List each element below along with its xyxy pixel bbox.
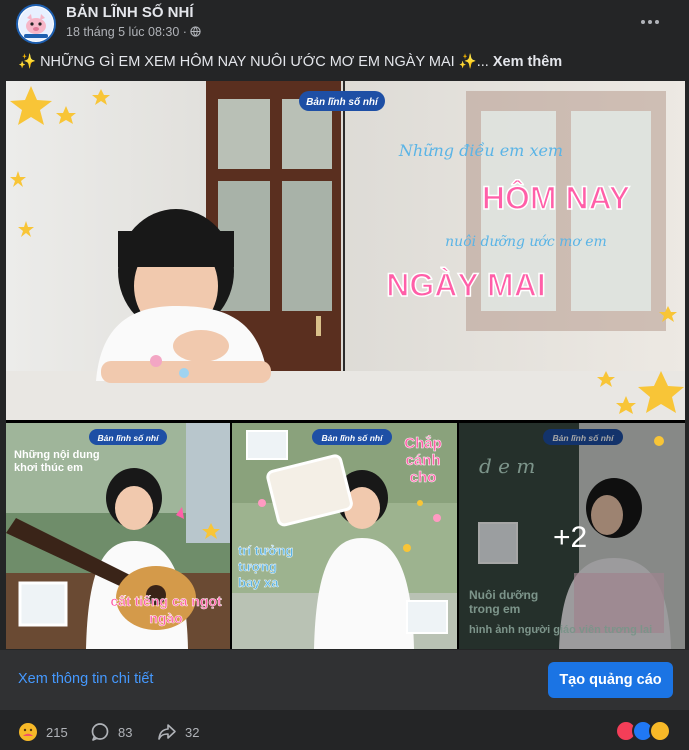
see-more-link[interactable]: Xem thêm (493, 54, 562, 70)
thumb1-badge: Bản lĩnh số nhí (98, 433, 161, 443)
post-timestamp[interactable]: 18 tháng 5 lúc 08:30 (66, 25, 179, 39)
care-reaction-icon (19, 723, 37, 741)
thumb-image-1[interactable]: Bản lĩnh số nhí Những nội dung khơi thúc… (6, 423, 230, 649)
main-image[interactable]: Bản lĩnh số nhí Những điều em xem HÔM NA… (6, 81, 685, 420)
page-name[interactable]: BẢN LĨNH SỐ NHÍ (66, 4, 194, 21)
more-dot (648, 20, 652, 24)
reaction-summary[interactable] (615, 720, 671, 742)
main-line2: HÔM NAY (482, 180, 630, 216)
comments-count: 83 (118, 724, 133, 740)
main-line3: nuôi dưỡng ước mơ em (445, 234, 607, 250)
comment-icon (91, 723, 109, 741)
create-ad-button[interactable]: Tạo quảng cáo (548, 662, 673, 698)
main-line4: NGÀY MAI (386, 267, 545, 303)
post-meta: 18 tháng 5 lúc 08:30 · (66, 25, 202, 39)
more-dots-icon (641, 20, 645, 24)
more-dot (655, 20, 659, 24)
thumb-image-3[interactable]: Bản lĩnh số nhí d e m Nuôi dưỡng trong e… (459, 423, 685, 649)
meta-separator: · (182, 25, 187, 39)
comments-stat[interactable]: 83 (90, 722, 132, 742)
shares-stat[interactable]: 32 (157, 722, 199, 742)
main-badge: Bản lĩnh số nhí (306, 96, 379, 108)
globe-icon (190, 26, 202, 37)
media-grid: Bản lĩnh số nhí Những điều em xem HÔM NA… (6, 81, 685, 649)
reactions-count: 215 (46, 724, 68, 740)
post-header: BẢN LĨNH SỐ NHÍ 18 tháng 5 lúc 08:30 · (0, 0, 689, 46)
caption-text: ✨ NHỮNG GÌ EM XEM HÔM NAY NUÔI ƯỚC MƠ EM… (18, 54, 489, 70)
share-icon (158, 724, 176, 740)
thumb-image-2[interactable]: Bản lĩnh số nhí Chắp cánh cho trí tưởng … (232, 423, 457, 649)
thumb2-badge: Bản lĩnh số nhí (322, 433, 385, 443)
thumb1-top-text: Những nội dung khơi thúc em (14, 449, 100, 474)
reactions-stat[interactable]: 215 (18, 722, 68, 742)
more-photos-count[interactable]: +2 (553, 521, 587, 555)
page-avatar[interactable] (16, 4, 56, 44)
thumb2-left-text: trí tưởng tượng bay xa (238, 543, 294, 590)
wow-reaction-icon (649, 720, 671, 742)
more-options-button[interactable] (639, 10, 667, 32)
thumb2-right-text: Chắp cánh cho (404, 435, 442, 486)
engagement-bar: 215 83 32 (0, 712, 689, 750)
thumb1-bottom-text: cất tiếng ca ngọt ngào (110, 593, 222, 626)
post-caption: ✨ NHỮNG GÌ EM XEM HÔM NAY NUÔI ƯỚC MƠ EM… (18, 53, 562, 70)
main-line1: Những điều em xem (398, 141, 563, 160)
see-details-link[interactable]: Xem thông tin chi tiết (18, 671, 153, 687)
shares-count: 32 (185, 724, 200, 740)
